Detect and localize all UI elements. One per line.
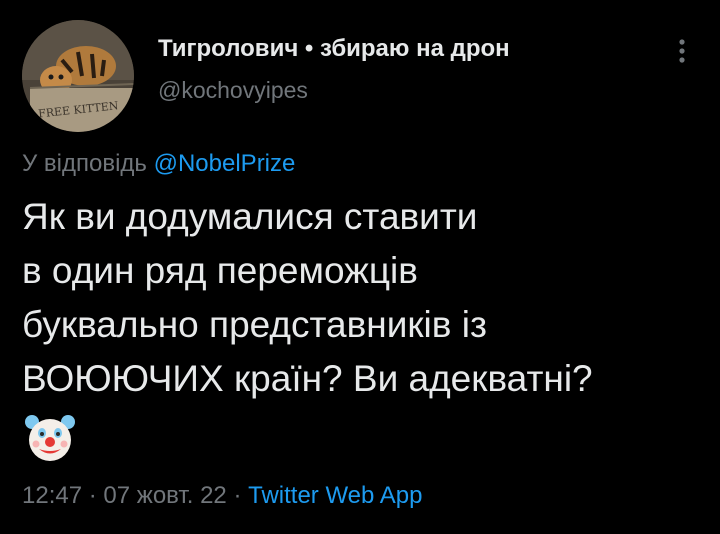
tweet-line: ВОЮЮЧИХ країн? Ви адекватні?	[22, 358, 593, 399]
tweet-time[interactable]: 12:47	[22, 482, 82, 509]
tweet-text: Як ви додумалися ставити в один ряд пере…	[22, 190, 712, 406]
reply-mention-link[interactable]: @NobelPrize	[154, 150, 296, 177]
tweet-date[interactable]: 07 жовт. 22	[103, 482, 226, 509]
user-handle[interactable]: @kochovyipes	[158, 76, 510, 104]
author-header: Тигролович • збираю на дрон @kochovyipes	[158, 34, 510, 104]
tweet-meta: 12:47 · 07 жовт. 22 · Twitter Web App	[22, 479, 422, 513]
tweet-line: буквально представників із	[22, 304, 487, 345]
reply-context: У відповідь @NobelPrize	[22, 149, 295, 179]
avatar[interactable]: FREE KITTEN	[22, 20, 134, 132]
avatar-image: FREE KITTEN	[22, 20, 134, 132]
clown-face-icon	[24, 412, 76, 464]
tweet-line: в один ряд переможців	[22, 250, 418, 291]
tweet-source-link[interactable]: Twitter Web App	[248, 482, 422, 509]
reply-prefix: У відповідь	[22, 150, 147, 177]
meta-separator: ·	[233, 482, 242, 509]
tweet-line: Як ви додумалися ставити	[22, 196, 478, 237]
display-name[interactable]: Тигролович • збираю на дрон	[158, 34, 510, 64]
meta-separator: ·	[88, 482, 97, 509]
vertical-ellipsis-icon[interactable]	[670, 36, 694, 66]
